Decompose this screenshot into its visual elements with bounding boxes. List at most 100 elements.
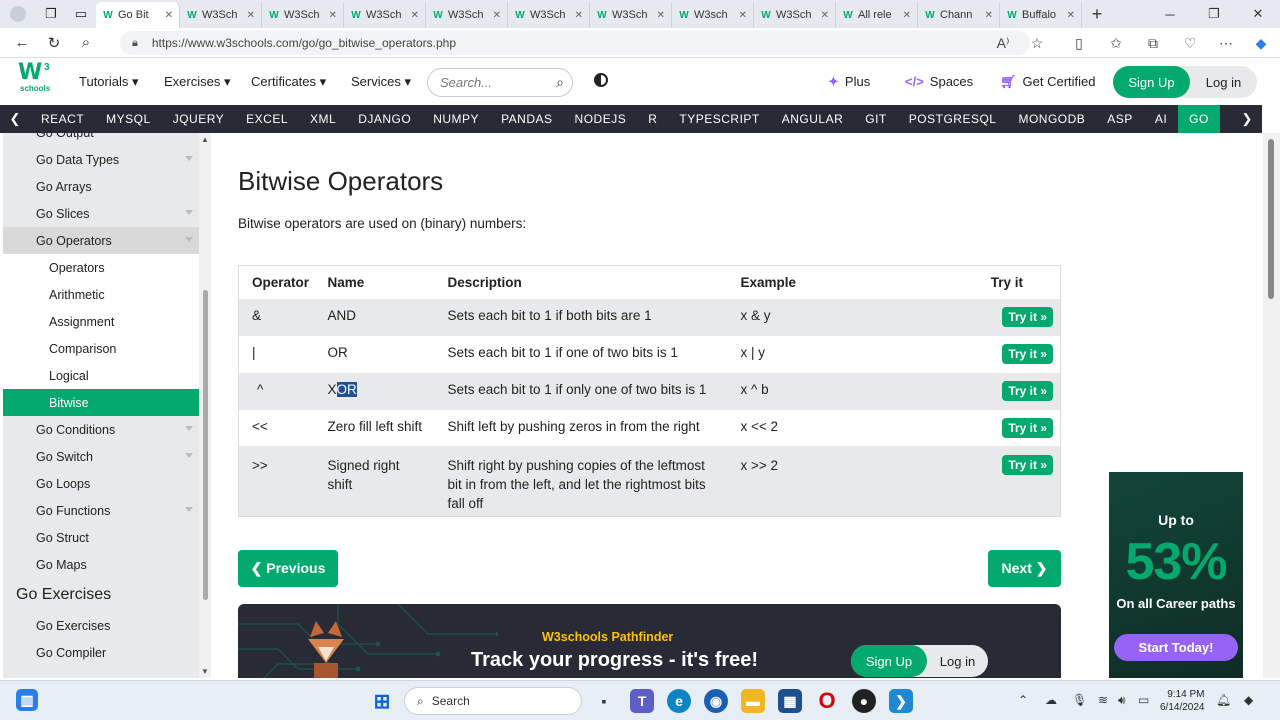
browser-tab[interactable]: W Go Bit ✕ <box>96 2 180 28</box>
chevron-down-icon[interactable] <box>185 426 193 431</box>
new-tab-button[interactable]: + <box>1082 0 1112 28</box>
sign-up-button[interactable]: Sign Up <box>1113 66 1190 98</box>
split-screen-icon[interactable]: ▯ <box>1064 28 1094 58</box>
browser-tab[interactable]: W W3Sch ✕ <box>754 2 836 28</box>
sidebar-item-operators[interactable]: Operators <box>3 254 199 281</box>
nav-scroll-left-icon[interactable]: ❮ <box>0 105 30 133</box>
topnav-item-xml[interactable]: XML <box>299 105 347 133</box>
menu-services[interactable]: Services ▾ <box>351 74 411 90</box>
tab-close-icon[interactable]: ✕ <box>329 10 337 21</box>
try-it-button[interactable]: Try it » <box>1002 380 1053 401</box>
topnav-item-jquery[interactable]: JQUERY <box>162 105 235 133</box>
try-it-button[interactable]: Try it » <box>1002 306 1053 327</box>
sidebar-item-bitwise[interactable]: Bitwise <box>3 389 199 416</box>
start-icon[interactable]: ⊞ <box>370 689 394 713</box>
sidebar-item-go-exercises[interactable]: Go Exercises <box>3 612 199 639</box>
search-icon[interactable]: ⌕ <box>556 74 564 91</box>
show-hidden-icons[interactable]: ⌃ <box>1018 693 1028 707</box>
career-paths-ad[interactable]: Up to 53% On all Career paths Start Toda… <box>1109 472 1243 678</box>
nav-scroll-right-icon[interactable]: ❯ <box>1232 105 1262 133</box>
store-icon[interactable]: ▦ <box>778 689 802 713</box>
workspaces-icon[interactable]: ❐ <box>36 0 66 28</box>
topnav-item-react[interactable]: REACT <box>30 105 95 133</box>
menu-certificates[interactable]: Certificates ▾ <box>251 74 326 90</box>
sidebar-item-go-conditions[interactable]: Go Conditions <box>3 416 199 443</box>
tab-close-icon[interactable]: ✕ <box>903 10 911 21</box>
try-it-button[interactable]: Try it » <box>1002 455 1053 475</box>
restore-icon[interactable]: ❐ <box>1192 0 1236 28</box>
tab-close-icon[interactable]: ✕ <box>247 10 255 21</box>
sidebar-item-go-operators[interactable]: Go Operators <box>3 227 199 254</box>
topnav-item-angular[interactable]: ANGULAR <box>771 105 855 133</box>
browser-tab[interactable]: W Chann ✕ <box>918 2 1000 28</box>
read-aloud-icon[interactable]: A⁾ <box>988 28 1018 58</box>
browser-tab[interactable]: W W3Sch ✕ <box>180 2 262 28</box>
github-icon[interactable]: ● <box>852 689 876 713</box>
tab-close-icon[interactable]: ✕ <box>411 10 419 21</box>
topnav-item-mongodb[interactable]: MONGODB <box>1007 105 1096 133</box>
topnav-item-typescript[interactable]: TYPESCRIPT <box>668 105 770 133</box>
sidebar-item-go-output[interactable]: Go Output <box>3 133 199 146</box>
sidebar-item-assignment[interactable]: Assignment <box>3 308 199 335</box>
chevron-down-icon[interactable] <box>185 453 193 458</box>
back-icon[interactable]: ← <box>6 28 38 58</box>
tab-close-icon[interactable]: ✕ <box>493 10 501 21</box>
more-menu-icon[interactable]: ⋯ <box>1211 28 1241 58</box>
topnav-item-postgresql[interactable]: POSTGRESQL <box>898 105 1008 133</box>
browser-tab[interactable]: W Buffalo ✕ <box>1000 2 1082 28</box>
scroll-down-icon[interactable]: ▼ <box>201 667 209 676</box>
topnav-item-ai[interactable]: AI <box>1144 105 1178 133</box>
browser-essentials-icon[interactable]: ♡ <box>1175 28 1205 58</box>
minimize-icon[interactable]: ─ <box>1148 0 1192 28</box>
sidebar-item-go-data-types[interactable]: Go Data Types <box>3 146 199 173</box>
sidebar-scroll-thumb[interactable] <box>203 290 208 600</box>
next-button[interactable]: Next ❯ <box>988 550 1061 587</box>
menu-exercises[interactable]: Exercises ▾ <box>164 74 231 90</box>
banner-sign-up-button[interactable]: Sign Up <box>851 645 927 677</box>
tab-close-icon[interactable]: ✕ <box>575 10 583 21</box>
sidebar-item-go-functions[interactable]: Go Functions <box>3 497 199 524</box>
site-search-input[interactable]: Search... ⌕ <box>427 68 573 97</box>
page-scroll-thumb[interactable] <box>1268 139 1274 299</box>
previous-button[interactable]: ❮ Previous <box>238 550 338 587</box>
banner-log-in-button[interactable]: Log in <box>927 654 988 669</box>
widgets-icon[interactable]: ▥ <box>16 689 38 711</box>
file-explorer-icon[interactable]: ▬ <box>741 689 765 713</box>
sidebar-item-go-loops[interactable]: Go Loops <box>3 470 199 497</box>
try-it-button[interactable]: Try it » <box>1002 343 1053 364</box>
topnav-item-pandas[interactable]: PANDAS <box>490 105 563 133</box>
collections-icon[interactable]: ⧉ <box>1138 28 1168 58</box>
tab-close-icon[interactable]: ✕ <box>657 10 665 21</box>
browser-tab[interactable]: W W3sch ✕ <box>672 2 754 28</box>
get-certified-link[interactable]: 🛒︎ Get Certified <box>1000 74 1096 90</box>
refresh-icon[interactable]: ↻ <box>38 28 70 58</box>
copilot-icon[interactable]: ◆ <box>1246 28 1276 58</box>
tab-close-icon[interactable]: ✕ <box>821 10 829 21</box>
tab-close-icon[interactable]: ✕ <box>165 10 173 21</box>
contrast-toggle-icon[interactable] <box>594 73 608 87</box>
battery-icon[interactable]: ▭ <box>1138 693 1149 707</box>
sidebar-item-go-switch[interactable]: Go Switch <box>3 443 199 470</box>
browser-tab[interactable]: W W3Sch ✕ <box>344 2 426 28</box>
browser-tab[interactable]: W W3Sch ✕ <box>262 2 344 28</box>
browser-tab[interactable]: W All rele ✕ <box>836 2 918 28</box>
chevron-down-icon[interactable] <box>185 507 193 512</box>
sidebar-item-comparison[interactable]: Comparison <box>3 335 199 362</box>
topnav-item-asp[interactable]: ASP <box>1096 105 1144 133</box>
tab-close-icon[interactable]: ✕ <box>985 10 993 21</box>
sidebar-item-go-struct[interactable]: Go Struct <box>3 524 199 551</box>
browser-tab[interactable]: W W3Sch ✕ <box>426 2 508 28</box>
menu-tutorials[interactable]: Tutorials ▾ <box>79 74 139 90</box>
teams-icon[interactable]: T <box>630 689 654 713</box>
browser-tab[interactable]: W W3Sch ✕ <box>590 2 672 28</box>
sidebar-item-go-maps[interactable]: Go Maps <box>3 551 199 578</box>
topnav-item-nodejs[interactable]: NODEJS <box>564 105 638 133</box>
chevron-down-icon[interactable] <box>185 210 193 215</box>
close-icon[interactable]: ✕ <box>1236 0 1280 28</box>
tab-close-icon[interactable]: ✕ <box>739 10 747 21</box>
tab-close-icon[interactable]: ✕ <box>1067 10 1075 21</box>
vscode-icon[interactable]: ❯ <box>889 689 913 713</box>
page-scrollbar[interactable] <box>1263 133 1280 678</box>
microphone-icon[interactable]: 🎙︎ <box>1072 693 1087 707</box>
edge-icon[interactable]: e <box>667 689 691 713</box>
